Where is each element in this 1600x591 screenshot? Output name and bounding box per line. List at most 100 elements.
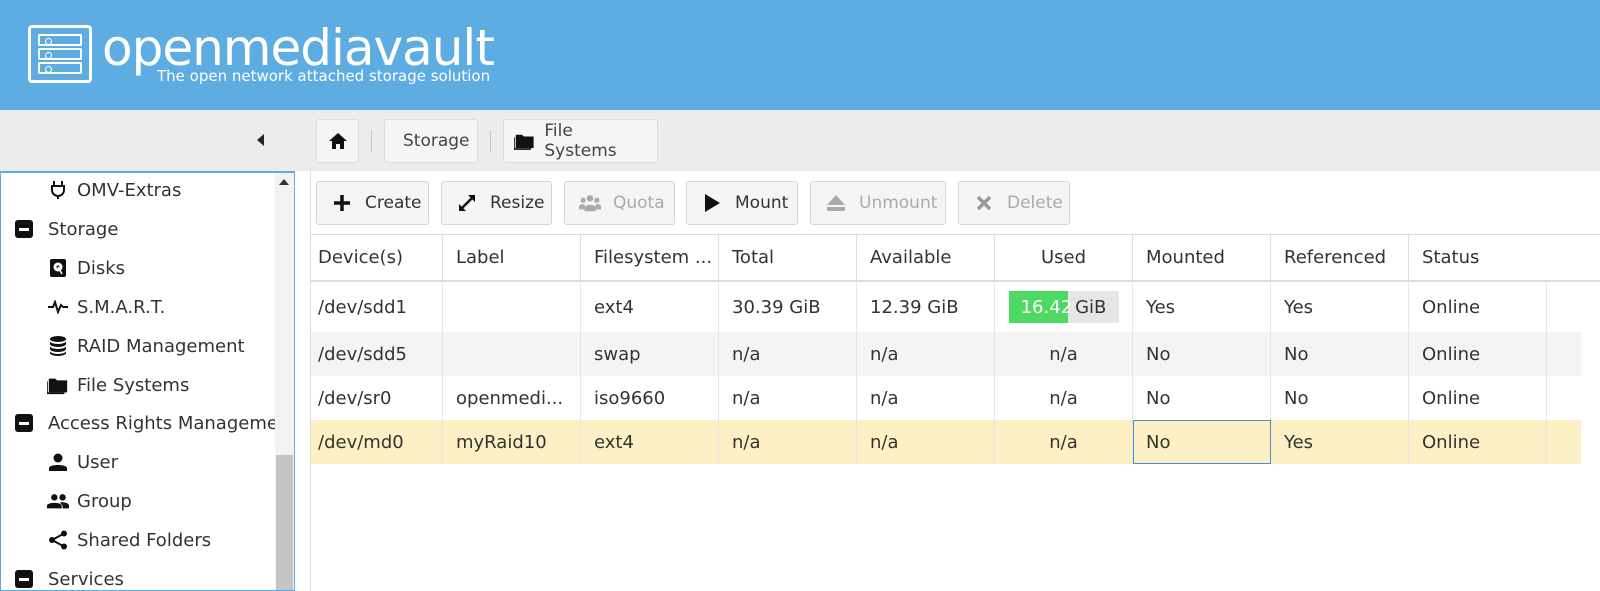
sidebar-item-label: RAID Management [77,335,245,357]
resize-icon [456,192,478,214]
sidebar-item-user[interactable]: User [47,444,118,480]
cell-used: n/a [995,376,1133,420]
used-progress-bar: 16.42 GiB [1008,291,1119,323]
mount-button[interactable]: Mount [686,181,798,225]
cell-referenced: Yes [1271,282,1409,332]
button-label: Mount [735,193,789,213]
grid-header: Device(s) Label Filesystem ... Total Ava… [311,234,1600,282]
quota-button[interactable]: Quota [564,181,675,225]
button-label: Quota [613,193,665,213]
sidebar-item-smart[interactable]: S.M.A.R.T. [47,289,165,325]
plus-icon [331,192,353,214]
sidebar-item-storage[interactable]: Storage [15,211,118,247]
button-label: Unmount [859,193,938,213]
table-row-selected[interactable]: /dev/md0 myRaid10 ext4 n/a n/a n/a No Ye… [311,420,1581,464]
breadcrumb-file-systems[interactable]: File Systems [503,119,658,163]
cell-label [443,282,581,332]
column-header-status[interactable]: Status [1409,235,1600,280]
create-button[interactable]: Create [316,181,429,225]
cell-label: myRaid10 [443,420,581,464]
resize-button[interactable]: Resize [441,181,552,225]
column-header-mounted[interactable]: Mounted [1133,235,1271,280]
cell-mounted: No [1133,376,1271,420]
column-header-used[interactable]: Used [995,235,1133,280]
sidebar-item-omv-extras[interactable]: OMV-Extras [47,173,181,208]
main-panel: Create Resize Quota Mount Unmount Delete… [310,171,1600,591]
cell-filesystem: ext4 [581,420,719,464]
delete-button[interactable]: Delete [958,181,1070,225]
collapse-icon[interactable] [15,220,33,238]
scroll-up-icon[interactable] [279,179,289,185]
cell-filesystem: ext4 [581,282,719,332]
button-label: Create [365,193,422,213]
sidebar-item-shared-folders[interactable]: Shared Folders [47,522,211,558]
sidebar-item-group[interactable]: Group [47,483,132,519]
brand-subtitle: The open network attached storage soluti… [157,67,491,85]
collapse-sidebar-icon[interactable] [255,130,269,150]
table-row[interactable]: /dev/sr0 openmedi... iso9660 n/a n/a n/a… [311,376,1581,420]
sidebar-item-services[interactable]: Services [15,561,124,590]
cell-total: n/a [719,332,857,376]
unmount-button[interactable]: Unmount [810,181,946,225]
used-progress-text: 16.42 GiB [1009,291,1119,323]
breadcrumb-bar: Storage File Systems [0,110,1600,171]
column-header-devices[interactable]: Device(s) [305,235,443,280]
disk-icon [47,257,69,279]
column-header-referenced[interactable]: Referenced [1271,235,1409,280]
cell-total: n/a [719,420,857,464]
cell-status: Online [1409,282,1547,332]
x-icon [973,192,995,214]
cell-mounted-focused[interactable]: No [1133,420,1271,464]
cell-referenced: No [1271,332,1409,376]
user-icon [47,451,69,473]
breadcrumb-label: File Systems [544,121,617,161]
sidebar-nav: OMV-Extras Storage Disks S.M.A.R.T. RAID… [0,171,295,591]
logo-icon [28,25,92,83]
sidebar-item-file-systems[interactable]: File Systems [47,367,189,403]
sidebar-item-label: Shared Folders [77,529,212,551]
column-header-label[interactable]: Label [443,235,581,280]
button-label: Delete [1007,193,1063,213]
column-header-filesystem[interactable]: Filesystem ... [581,235,719,280]
cell-filesystem: swap [581,332,719,376]
sidebar-item-access-rights[interactable]: Access Rights Managemen [15,405,289,441]
cell-available: n/a [857,332,995,376]
action-toolbar: Create Resize Quota Mount Unmount Delete [311,171,1600,234]
cell-mounted: No [1133,332,1271,376]
sidebar-scroll-thumb[interactable] [276,455,293,590]
users-icon [579,192,601,214]
sidebar-item-label: Storage [48,218,119,240]
cell-used: n/a [995,332,1133,376]
cell-label: openmedi... [443,376,581,420]
eject-icon [825,192,847,214]
button-label: Resize [490,193,545,213]
cell-device: /dev/sdd1 [305,282,443,332]
cell-available: 12.39 GiB [857,282,995,332]
folder-icon [514,134,534,150]
sidebar-item-label: Access Rights Managemen [48,412,290,434]
plug-icon [47,179,69,201]
cell-available: n/a [857,376,995,420]
cell-status: Online [1409,376,1547,420]
sidebar-item-raid[interactable]: RAID Management [47,328,245,364]
folder-icon [47,374,69,396]
breadcrumb-storage[interactable]: Storage [384,119,478,163]
cell-referenced: Yes [1271,420,1409,464]
cell-total: n/a [719,376,857,420]
table-row[interactable]: /dev/sdd1 ext4 30.39 GiB 12.39 GiB 16.42… [311,282,1581,332]
database-icon [47,335,69,357]
sidebar-item-disks[interactable]: Disks [47,250,125,286]
column-header-total[interactable]: Total [719,235,857,280]
pulse-icon [47,296,69,318]
cell-label [443,332,581,376]
table-row[interactable]: /dev/sdd5 swap n/a n/a n/a No No Online [311,332,1581,376]
home-button[interactable] [316,119,359,163]
collapse-icon[interactable] [15,570,33,588]
cell-filesystem: iso9660 [581,376,719,420]
cell-device: /dev/sr0 [305,376,443,420]
cell-mounted: Yes [1133,282,1271,332]
sidebar-item-label: Services [48,568,124,590]
collapse-icon[interactable] [15,414,33,432]
sidebar-item-label: File Systems [77,374,190,396]
column-header-available[interactable]: Available [857,235,995,280]
